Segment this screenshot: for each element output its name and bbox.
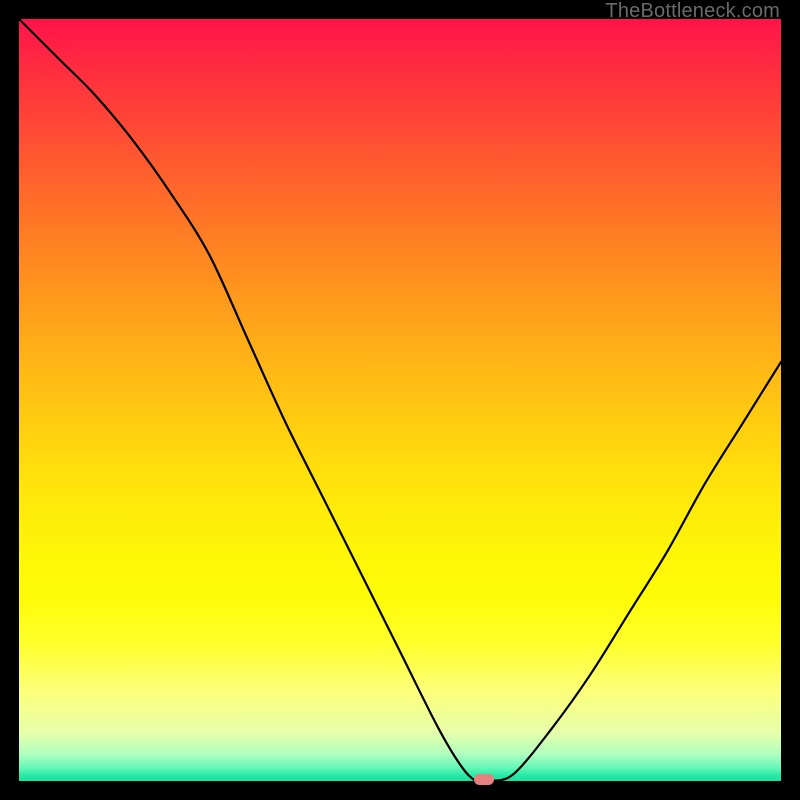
bottleneck-curve [19, 19, 781, 781]
watermark-text: TheBottleneck.com [605, 0, 780, 23]
optimum-marker [474, 774, 494, 785]
chart-frame: TheBottleneck.com [0, 0, 800, 800]
plot-area [19, 19, 781, 781]
